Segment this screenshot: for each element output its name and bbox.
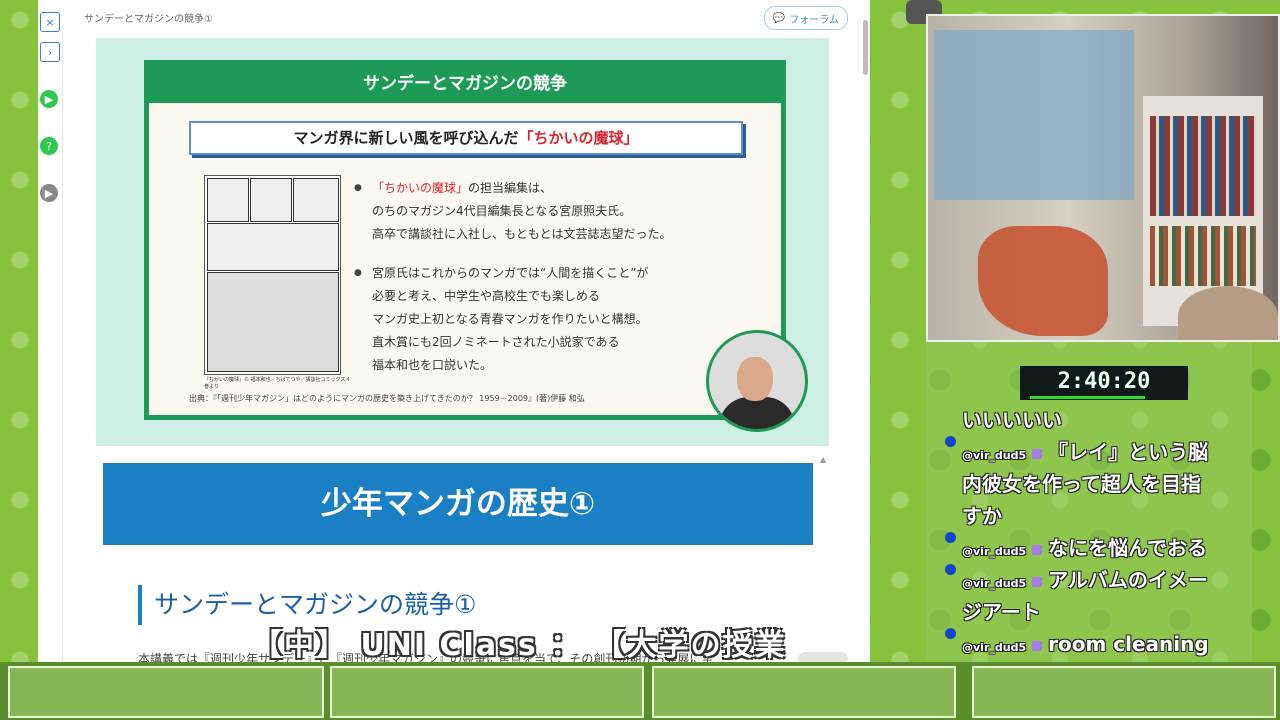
badge-icon — [1032, 577, 1043, 587]
chat-text: アルバムのイメー — [1048, 568, 1208, 592]
slide-subtitle-text: マンガ界に新しい風を呼び込んだ — [293, 129, 519, 147]
left-rail: × › ▶ ? ▶ — [38, 0, 63, 662]
chat-dot-icon — [945, 436, 956, 447]
bullet-text: 直木賞にも2回ノミネートされた小説家である — [372, 335, 620, 349]
chevron-right-icon[interactable]: › — [40, 42, 60, 62]
bottom-slot — [972, 666, 1276, 718]
slide-subtitle: マンガ界に新しい風を呼び込んだ「ちかいの魔球」 — [189, 121, 743, 155]
chat-message: いいいいい — [962, 408, 1062, 432]
lecture-slide: サンデーとマガジンの競争 マンガ界に新しい風を呼び込んだ「ちかいの魔球」 『ちか… — [144, 60, 786, 420]
play-icon[interactable]: ▶ — [40, 90, 58, 108]
chat-message: @vir_dud5 アルバムのイメー — [962, 564, 1208, 600]
scroll-up-icon[interactable]: ▲ — [820, 455, 826, 464]
bullet-text: 宮原氏はこれからのマンガでは“人間を描くこと”が — [372, 266, 649, 280]
page-title: 少年マンガの歴史① — [103, 463, 813, 545]
bullet-item: 「ちかいの魔球」の担当編集は、 のちのマガジン4代目編集長となる宮原照夫氏。 高… — [354, 177, 724, 246]
bottom-slot — [652, 666, 956, 718]
chat-dot-icon — [945, 532, 956, 543]
chat-username: @vir_dud5 — [962, 449, 1027, 462]
browser-window: × › ▶ ? ▶ サンデーとマガジンの競争① 💬 フォーラム サンデーとマガジ… — [38, 0, 870, 662]
chat-text: 『レイ』という脳 — [1048, 440, 1209, 464]
bullet-text: の担当編集は、 — [468, 181, 553, 195]
chat-username: @vir_dud5 — [962, 545, 1027, 558]
stream-title-overlay: 【中】 UNI Class ： 【大学の授業 — [252, 628, 787, 663]
question-icon[interactable]: ? — [40, 137, 58, 155]
chat-message: ジアート — [962, 600, 1041, 624]
chat-message: 内彼女を作って超人を目指 — [962, 472, 1201, 496]
bullet-item: 宮原氏はこれからのマンガでは“人間を描くこと”が 必要と考え、中学生や高校生でも… — [354, 262, 724, 377]
page-topbar: サンデーとマガジンの競争① 💬 フォーラム — [62, 0, 870, 32]
webcam-feed — [926, 14, 1280, 342]
floating-button[interactable] — [798, 652, 848, 662]
bottom-slot — [330, 666, 644, 718]
badge-icon — [1032, 641, 1043, 651]
presenter-avatar — [706, 330, 808, 432]
manga-caption: 『ちかいの魔球』© 福本和也・ちばてつや／講談社コミックス４巻より — [204, 377, 351, 390]
stream-timer: 2:40:20 — [1020, 366, 1188, 400]
bullet-highlight: 「ちかいの魔球」 — [372, 181, 469, 195]
forum-button[interactable]: 💬 フォーラム — [763, 6, 848, 30]
chat-bubble-icon: 💬 — [772, 12, 786, 24]
chat-text: なにを悩んでおる — [1048, 536, 1208, 560]
bottom-slot — [8, 666, 324, 718]
chat-username: @vir_dud5 — [962, 577, 1027, 590]
chat-username: @vir_dud5 — [962, 641, 1027, 654]
chat-message: @vir_dud5 なにを悩んでおる — [962, 532, 1207, 568]
timer-progress — [1030, 396, 1145, 399]
slide-subtitle-highlight: 「ちかいの魔球」 — [518, 129, 639, 147]
bullet-text: マンガ史上初となる青春マンガを作りたいと構想。 — [372, 312, 648, 326]
bullet-text: のちのマガジン4代目編集長となる宮原照夫氏。 — [372, 204, 632, 218]
chat-message: すか — [962, 504, 1002, 528]
forum-button-label: フォーラム — [789, 14, 839, 26]
chat-dot-icon — [945, 628, 956, 639]
bullet-text: 高卒で講談社に入社し、もともとは文芸誌志望だった。 — [372, 227, 672, 241]
bottom-bar — [0, 662, 1280, 720]
forward-icon[interactable]: ▶ — [40, 184, 58, 202]
chat-dot-icon — [945, 564, 956, 575]
section-heading: サンデーとマガジンの競争① — [138, 585, 476, 625]
slide-source: 出典：『「週刊少年マガジン」はどのようにマンガの歴史を築き上げてきたのか？ 19… — [189, 394, 585, 403]
manga-image — [204, 175, 341, 375]
badge-icon — [1032, 545, 1043, 555]
scrollbar[interactable] — [863, 20, 868, 75]
badge-icon — [1032, 449, 1043, 459]
slide-bullets: 「ちかいの魔球」の担当編集は、 のちのマガジン4代目編集長となる宮原照夫氏。 高… — [354, 177, 724, 393]
close-icon[interactable]: × — [40, 12, 60, 32]
slide-viewer: サンデーとマガジンの競争 マンガ界に新しい風を呼び込んだ「ちかいの魔球」 『ちか… — [96, 38, 829, 446]
chat-message: @vir_dud5 『レイ』という脳 — [962, 436, 1208, 472]
bullet-text: 福本和也を口説いた。 — [372, 358, 493, 372]
chat-message: @vir_dud5 room cleaning — [962, 628, 1209, 664]
slide-title: サンデーとマガジンの競争 — [149, 65, 781, 103]
chat-text: room cleaning — [1048, 632, 1209, 656]
bullet-text: 必要と考え、中学生や高校生でも楽しめる — [372, 289, 601, 303]
breadcrumb[interactable]: サンデーとマガジンの競争① — [84, 10, 213, 25]
